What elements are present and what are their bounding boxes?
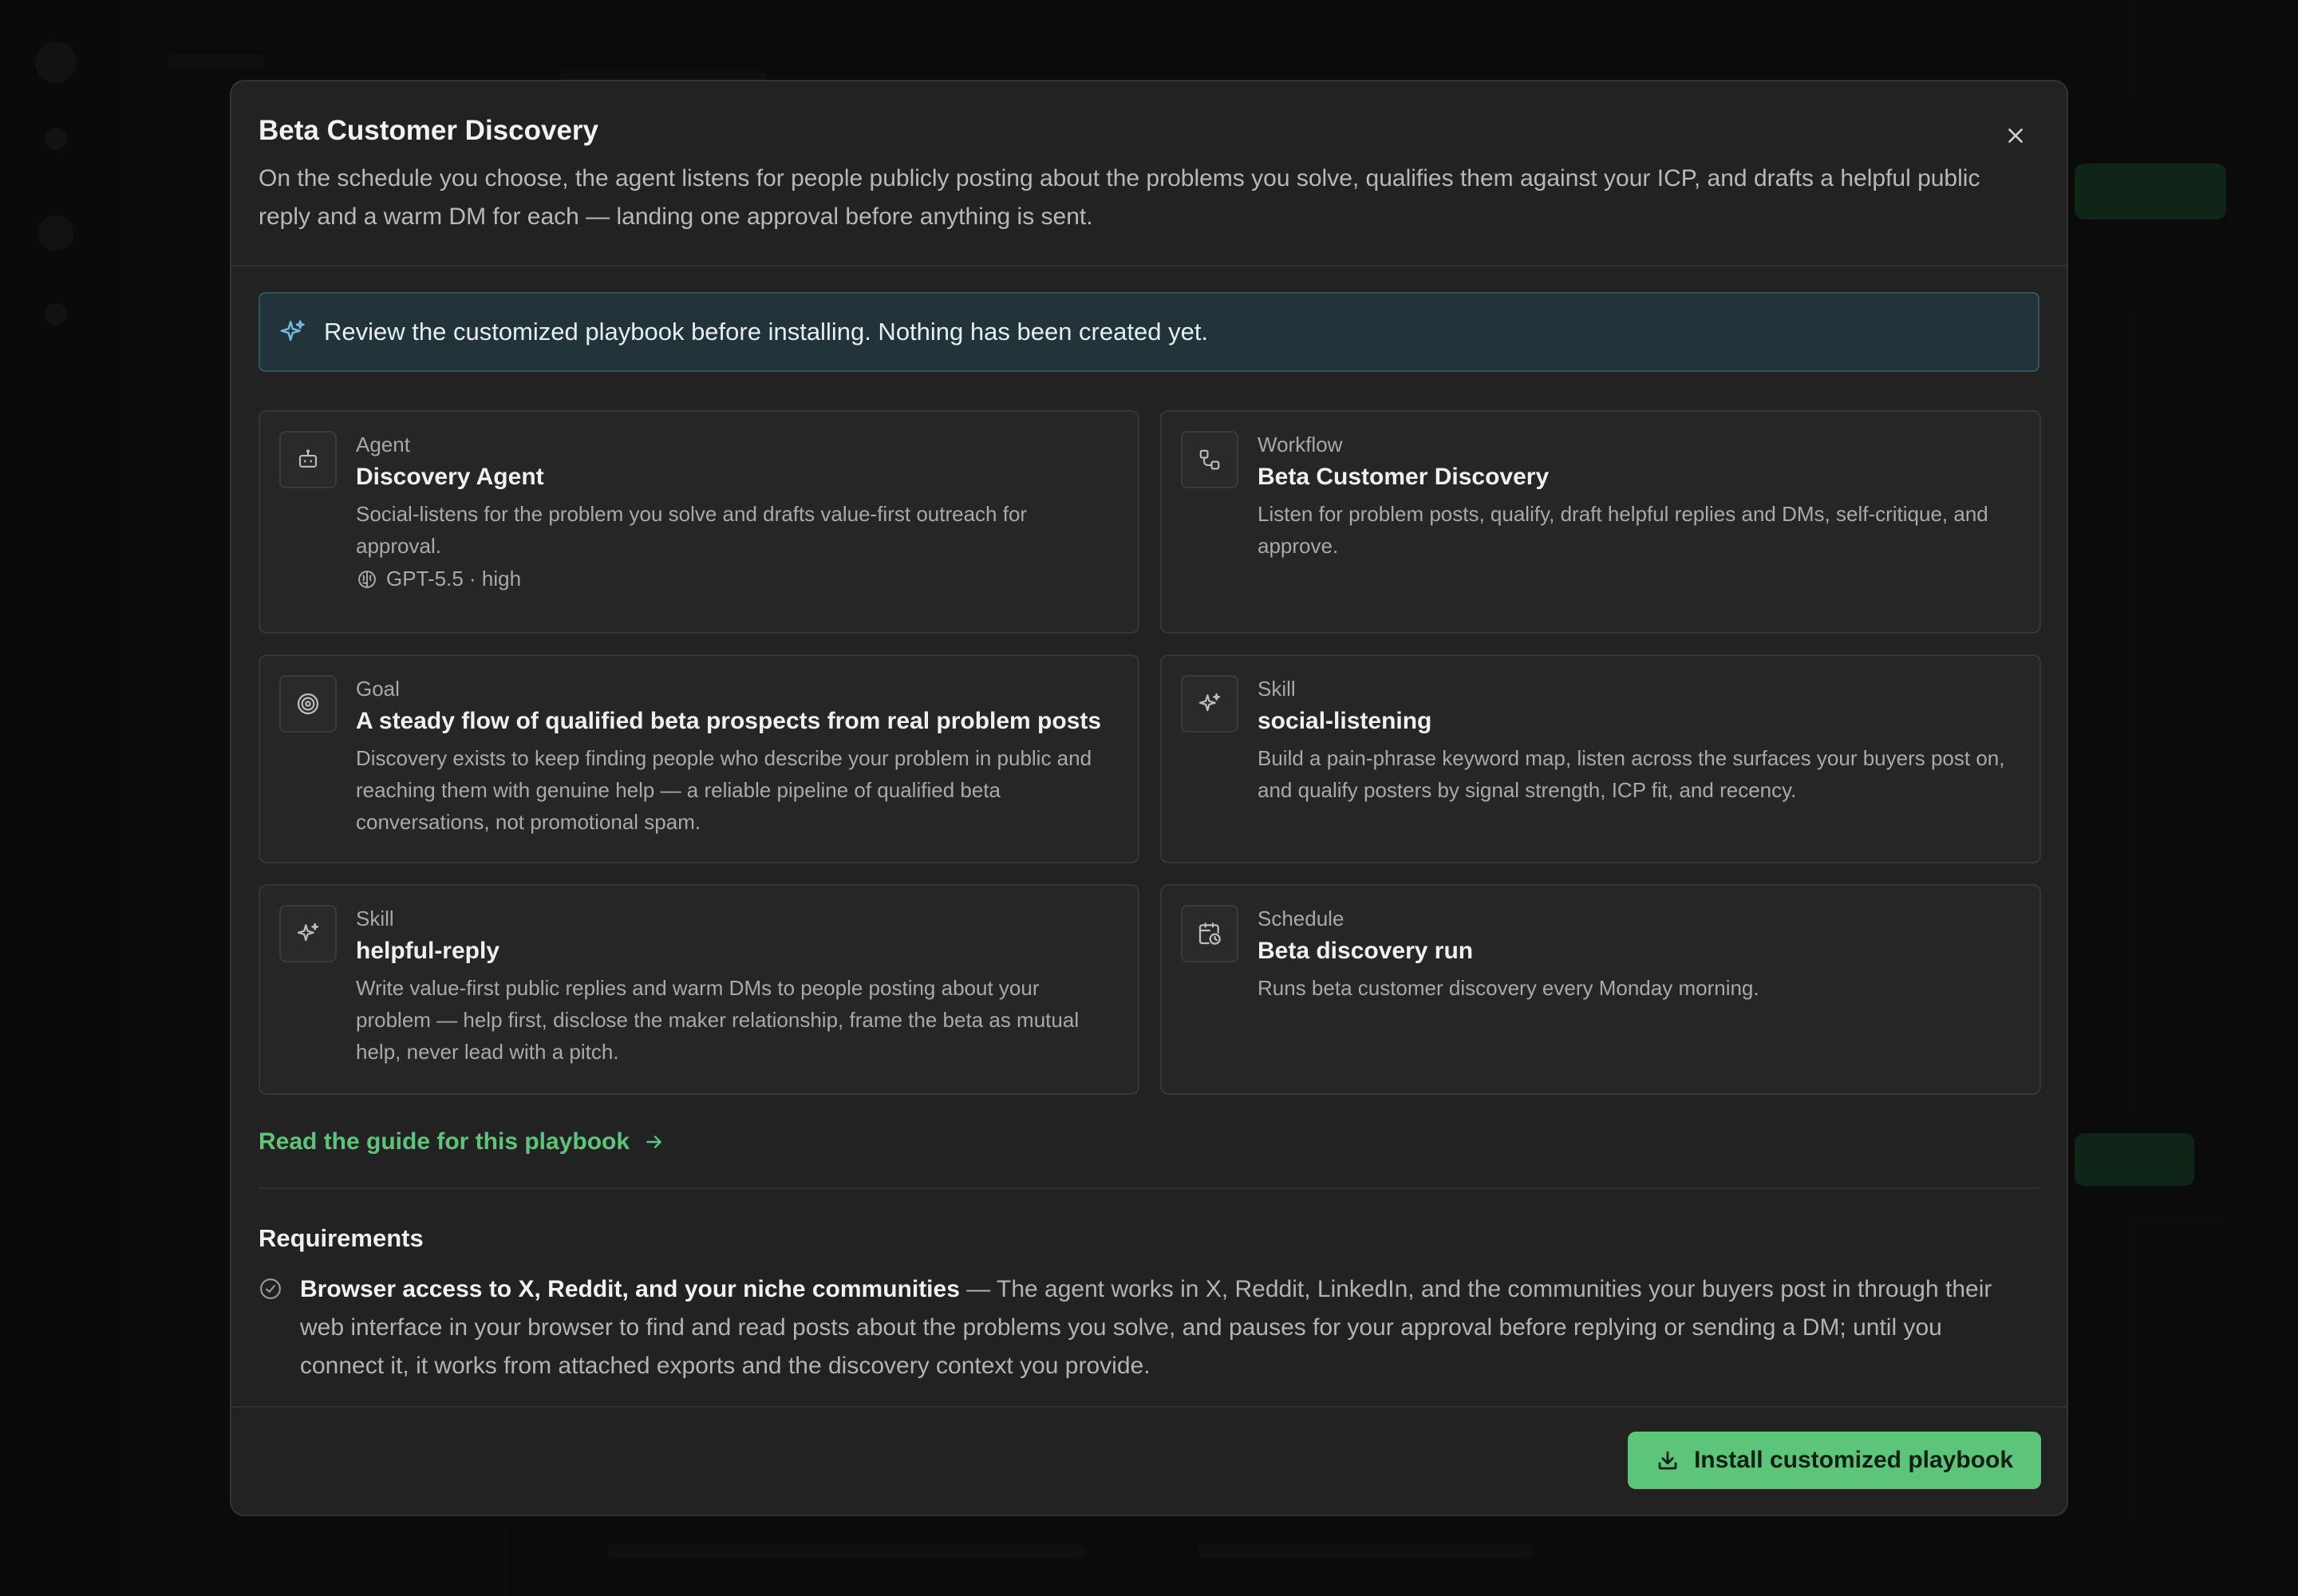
requirements-title: Requirements — [259, 1224, 424, 1252]
model-meta: GPT-5.5 · high — [356, 567, 1114, 591]
card-icon-box — [1181, 905, 1238, 962]
card-kind: Skill — [356, 907, 394, 930]
card-kind: Schedule — [1258, 907, 1344, 930]
section-divider — [259, 1187, 2039, 1189]
card-description: Social-listens for the problem you solve… — [356, 502, 1028, 558]
card-icon-box — [1181, 431, 1238, 488]
sparkle-icon — [1198, 693, 1221, 712]
requirement-name: Browser access to X, Reddit, and your ni… — [300, 1276, 960, 1302]
card-icon-box — [279, 905, 337, 962]
read-guide-link[interactable]: Read the guide for this playbook — [259, 1128, 665, 1156]
card-title: helpful-reply — [356, 938, 500, 964]
sparkle-icon — [297, 922, 319, 942]
playbook-items-grid: Agent Discovery Agent Social-listens for… — [259, 410, 2041, 1095]
robot-icon — [298, 449, 318, 468]
modal-footer: Install customized playbook — [231, 1406, 2067, 1515]
read-guide-label: Read the guide for this playbook — [259, 1128, 630, 1155]
review-notice: Review the customized playbook before in… — [259, 292, 2039, 372]
goal-card: Goal A steady flow of qualified beta pro… — [259, 654, 1139, 863]
playbook-modal: Beta Customer Discovery On the schedule … — [230, 80, 2068, 1516]
check-circle-icon — [260, 1278, 281, 1299]
skill-card-social-listening: Skill social-listening Build a pain-phra… — [1160, 654, 2041, 863]
card-description: Listen for problem posts, qualify, draft… — [1258, 502, 1988, 558]
card-description: Runs beta customer discovery every Monda… — [1258, 976, 1759, 1000]
card-description: Discovery exists to keep finding people … — [356, 746, 1092, 834]
modal-header: Beta Customer Discovery On the schedule … — [231, 81, 2067, 267]
arrow-right-icon — [646, 1136, 661, 1148]
calendar-clock-icon — [1198, 922, 1221, 945]
install-playbook-label: Install customized playbook — [1693, 1447, 2014, 1473]
card-description: Build a pain-phrase keyword map, listen … — [1258, 746, 2005, 802]
card-kind: Goal — [356, 677, 400, 701]
install-playbook-button[interactable]: Install customized playbook — [1628, 1432, 2041, 1489]
card-title: social-listening — [1258, 708, 1432, 734]
card-title: Beta Customer Discovery — [1258, 464, 1550, 490]
agent-card: Agent Discovery Agent Social-listens for… — [259, 410, 1139, 634]
workflow-icon — [1199, 449, 1220, 470]
card-description: Write value-first public replies and war… — [356, 976, 1080, 1064]
card-kind: Workflow — [1258, 433, 1343, 456]
modal-description: On the schedule you choose, the agent li… — [259, 165, 1980, 230]
card-title: Beta discovery run — [1258, 938, 1474, 964]
card-title: Discovery Agent — [356, 464, 544, 490]
close-icon — [2008, 128, 2023, 143]
card-icon-box — [1181, 675, 1238, 733]
modal-body: Review the customized playbook before in… — [231, 267, 2067, 1385]
skill-card-helpful-reply: Skill helpful-reply Write value-first pu… — [259, 884, 1139, 1095]
requirement-item: Browser access to X, Reddit, and your ni… — [259, 1270, 2039, 1385]
card-kind: Agent — [356, 433, 410, 456]
card-kind: Skill — [1258, 677, 1296, 701]
card-icon-box — [279, 675, 337, 733]
workflow-card: Workflow Beta Customer Discovery Listen … — [1160, 410, 2041, 634]
modal-title: Beta Customer Discovery — [259, 115, 598, 146]
review-notice-text: Review the customized playbook before in… — [324, 318, 1209, 346]
download-icon — [1658, 1451, 1677, 1470]
model-label: GPT-5.5 · high — [386, 567, 522, 591]
card-icon-box — [279, 431, 337, 488]
close-button[interactable] — [1996, 117, 2035, 155]
target-icon — [297, 693, 319, 715]
sparkle-icon — [280, 320, 305, 342]
requirement-status — [259, 1270, 284, 1385]
brain-icon — [358, 570, 376, 588]
schedule-card: Schedule Beta discovery run Runs beta cu… — [1160, 884, 2041, 1095]
requirement-text: Browser access to X, Reddit, and your ni… — [300, 1270, 2024, 1385]
card-title: A steady flow of qualified beta prospect… — [356, 708, 1102, 734]
